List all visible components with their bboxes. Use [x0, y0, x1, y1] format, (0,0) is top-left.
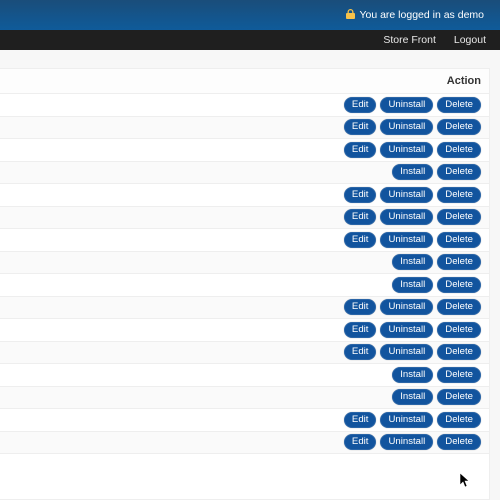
content-area: Action EditUninstallDeleteEditUninstallD…: [0, 50, 500, 500]
edit-button[interactable]: Edit: [344, 412, 377, 428]
edit-button[interactable]: Edit: [344, 187, 377, 203]
modules-panel: Action EditUninstallDeleteEditUninstallD…: [0, 68, 490, 500]
edit-button[interactable]: Edit: [344, 232, 377, 248]
col-action-header: Action: [447, 75, 481, 87]
table-row: EditUninstallDelete: [0, 94, 489, 117]
delete-button[interactable]: Delete: [437, 97, 481, 113]
table-row: EditUninstallDelete: [0, 342, 489, 365]
delete-button[interactable]: Delete: [437, 164, 481, 180]
delete-button[interactable]: Delete: [437, 119, 481, 135]
table-row: EditUninstallDelete: [0, 117, 489, 140]
edit-button[interactable]: Edit: [344, 344, 377, 360]
table-header-row: Action: [0, 69, 489, 94]
table-row: InstallDelete: [0, 364, 489, 387]
uninstall-button[interactable]: Uninstall: [380, 434, 433, 450]
delete-button[interactable]: Delete: [437, 322, 481, 338]
edit-button[interactable]: Edit: [344, 322, 377, 338]
install-button[interactable]: Install: [392, 389, 433, 405]
table-row: EditUninstallDelete: [0, 319, 489, 342]
uninstall-button[interactable]: Uninstall: [380, 344, 433, 360]
delete-button[interactable]: Delete: [437, 412, 481, 428]
table-row: EditUninstallDelete: [0, 229, 489, 252]
table-row: EditUninstallDelete: [0, 297, 489, 320]
table-row: EditUninstallDelete: [0, 139, 489, 162]
edit-button[interactable]: Edit: [344, 119, 377, 135]
uninstall-button[interactable]: Uninstall: [380, 299, 433, 315]
table-row: EditUninstallDelete: [0, 432, 489, 455]
top-nav-bar: Store Front Logout: [0, 30, 500, 50]
edit-button[interactable]: Edit: [344, 97, 377, 113]
uninstall-button[interactable]: Uninstall: [380, 187, 433, 203]
uninstall-button[interactable]: Uninstall: [380, 97, 433, 113]
delete-button[interactable]: Delete: [437, 187, 481, 203]
table-row: InstallDelete: [0, 162, 489, 185]
nav-logout[interactable]: Logout: [454, 34, 486, 46]
install-button[interactable]: Install: [392, 367, 433, 383]
uninstall-button[interactable]: Uninstall: [380, 412, 433, 428]
delete-button[interactable]: Delete: [437, 299, 481, 315]
admin-header-bar: You are logged in as demo: [0, 0, 500, 30]
edit-button[interactable]: Edit: [344, 299, 377, 315]
install-button[interactable]: Install: [392, 277, 433, 293]
table-row: InstallDelete: [0, 387, 489, 410]
uninstall-button[interactable]: Uninstall: [380, 322, 433, 338]
delete-button[interactable]: Delete: [437, 254, 481, 270]
table-row: EditUninstallDelete: [0, 207, 489, 230]
uninstall-button[interactable]: Uninstall: [380, 142, 433, 158]
delete-button[interactable]: Delete: [437, 367, 481, 383]
edit-button[interactable]: Edit: [344, 209, 377, 225]
table-body: EditUninstallDeleteEditUninstallDeleteEd…: [0, 94, 489, 454]
nav-store-front[interactable]: Store Front: [383, 34, 436, 46]
delete-button[interactable]: Delete: [437, 209, 481, 225]
logged-in-text: You are logged in as demo: [359, 9, 484, 21]
edit-button[interactable]: Edit: [344, 142, 377, 158]
uninstall-button[interactable]: Uninstall: [380, 232, 433, 248]
table-row: InstallDelete: [0, 252, 489, 275]
table-row: EditUninstallDelete: [0, 184, 489, 207]
delete-button[interactable]: Delete: [437, 434, 481, 450]
lock-icon: [346, 9, 355, 22]
edit-button[interactable]: Edit: [344, 434, 377, 450]
delete-button[interactable]: Delete: [437, 389, 481, 405]
install-button[interactable]: Install: [392, 164, 433, 180]
delete-button[interactable]: Delete: [437, 344, 481, 360]
table-row: EditUninstallDelete: [0, 409, 489, 432]
install-button[interactable]: Install: [392, 254, 433, 270]
delete-button[interactable]: Delete: [437, 142, 481, 158]
uninstall-button[interactable]: Uninstall: [380, 119, 433, 135]
delete-button[interactable]: Delete: [437, 277, 481, 293]
delete-button[interactable]: Delete: [437, 232, 481, 248]
table-row: InstallDelete: [0, 274, 489, 297]
uninstall-button[interactable]: Uninstall: [380, 209, 433, 225]
